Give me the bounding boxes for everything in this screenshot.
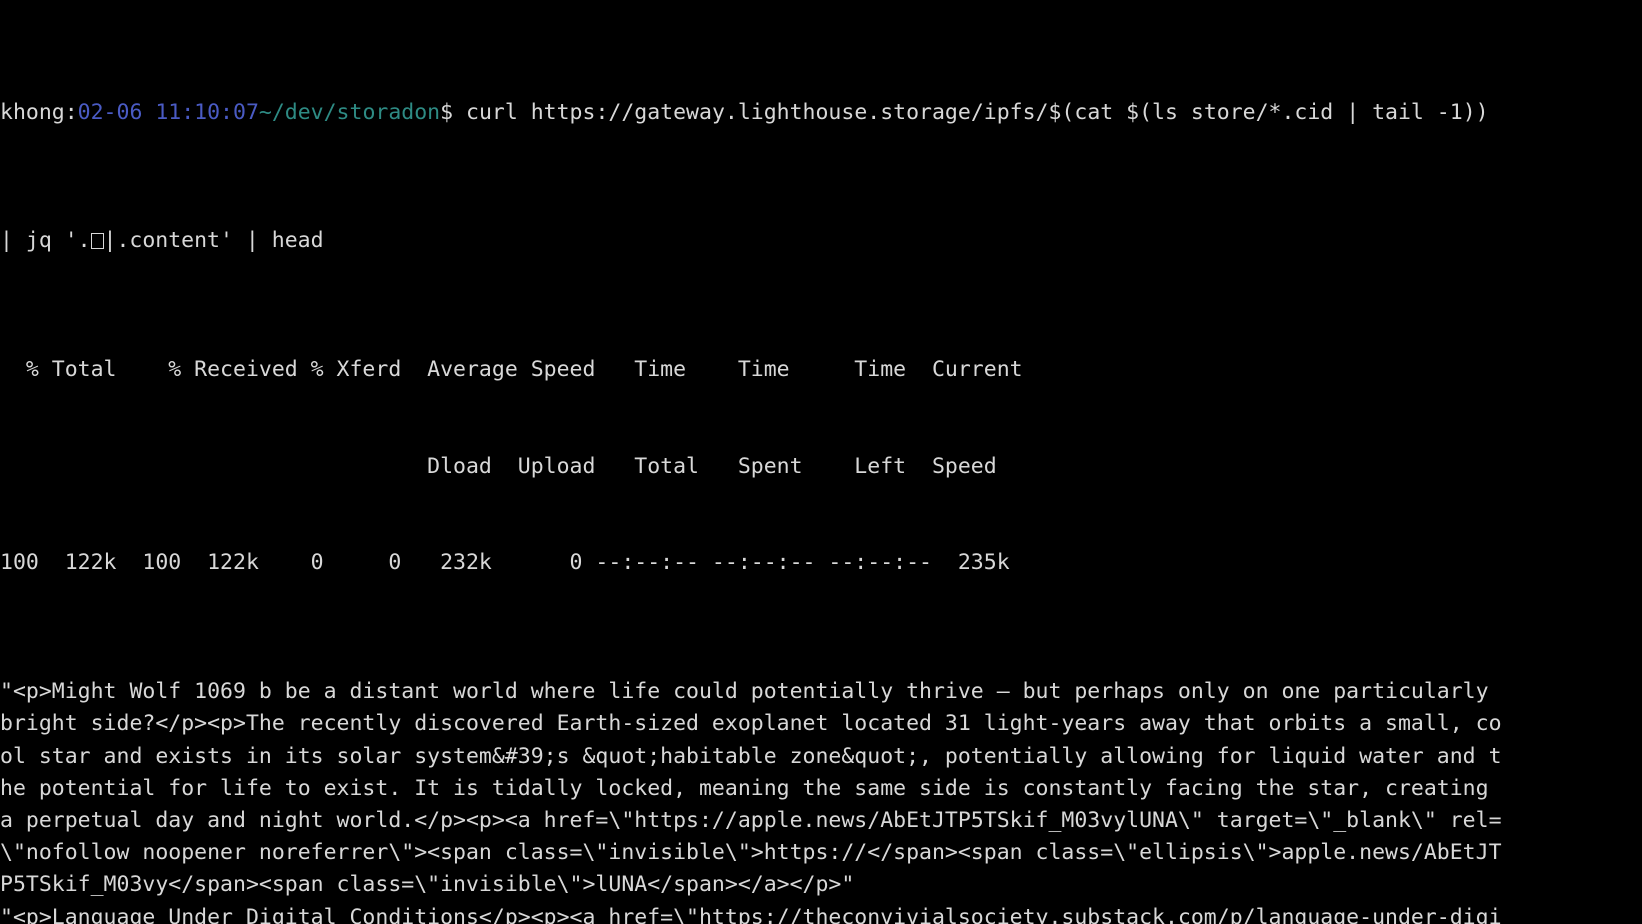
prompt-path: ~/dev/storadon xyxy=(258,99,441,125)
command-text-line2-pre: | jq '. xyxy=(0,228,91,254)
prompt-command-line: khong:02-06 11:10:07~/dev/storadon$ curl… xyxy=(0,97,1642,129)
output-line: P5TSkif_M03vy</span><span class=\"invisi… xyxy=(0,872,855,898)
curl-progress-values: 100 122k 100 122k 0 0 232k 0 --:--:-- --… xyxy=(0,550,1010,576)
command-output: "<p>Might Wolf 1069 b be a distant world… xyxy=(0,676,1642,924)
missing-glyph-icon xyxy=(90,233,104,250)
command-continuation-line: | jq '. |.content' | head xyxy=(0,225,1642,257)
curl-progress-header-1: % Total % Received % Xferd Average Speed… xyxy=(0,357,1023,383)
command-text-line2-post: |.content' | head xyxy=(103,228,324,254)
output-line: he potential for life to exist. It is ti… xyxy=(0,775,1489,801)
output-line: bright side?</p><p>The recently discover… xyxy=(0,711,1502,737)
output-line: \"nofollow noopener noreferrer\"><span c… xyxy=(0,840,1502,866)
output-line: "<p>Might Wolf 1069 b be a distant world… xyxy=(0,679,1489,705)
curl-progress-header-2: Dload Upload Total Spent Left Speed xyxy=(0,453,997,479)
command-text-line1: curl https://gateway.lighthouse.storage/… xyxy=(466,99,1489,125)
terminal-window[interactable]: khong:02-06 11:10:07~/dev/storadon$ curl… xyxy=(0,0,1642,924)
prompt-timestamp: 02-06 11:10:07 xyxy=(77,99,259,125)
prompt-user: khong: xyxy=(0,99,78,125)
output-line: "<p>Language Under Digital Conditions</p… xyxy=(0,904,1502,924)
output-line: a perpetual day and night world.</p><p><… xyxy=(0,807,1502,833)
prompt-symbol: $ xyxy=(440,99,466,125)
output-line: ol star and exists in its solar system&#… xyxy=(0,743,1502,769)
